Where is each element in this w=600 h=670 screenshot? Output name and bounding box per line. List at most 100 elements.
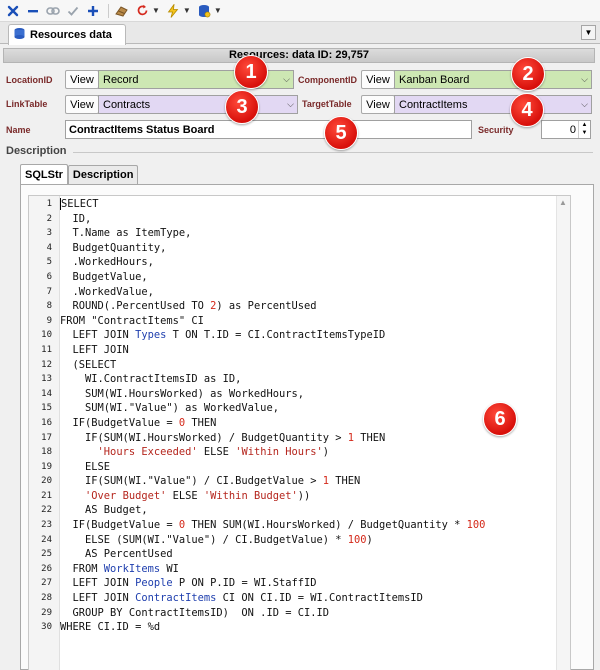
line-number: 2 xyxy=(46,213,52,224)
security-value: 0 xyxy=(569,123,576,136)
link-icon[interactable] xyxy=(44,2,62,20)
database-icon[interactable] xyxy=(195,2,213,20)
name-value: ContractItems Status Board xyxy=(69,123,215,136)
component-view-button[interactable]: View xyxy=(361,70,395,89)
code-line: 5 .WorkedHours, xyxy=(29,255,557,270)
line-number: 18 xyxy=(41,447,52,458)
code-line: 7 .WorkedValue, xyxy=(29,285,557,300)
line-number: 7 xyxy=(46,286,52,297)
line-number: 14 xyxy=(41,388,52,399)
code-text: .WorkedHours, xyxy=(60,256,154,269)
database-dropdown-icon[interactable]: ▼ xyxy=(214,6,222,15)
minus-icon[interactable] xyxy=(24,2,42,20)
target-table-value: ContractItems xyxy=(399,98,468,111)
code-text: 'Hours Exceeded' ELSE 'Within Hours') xyxy=(97,446,330,459)
code-text: LEFT JOIN Types T ON T.ID = CI.ContractI… xyxy=(60,329,386,342)
code-text: LEFT JOIN People P ON P.ID = WI.StaffID xyxy=(60,577,317,590)
callout-badge-1: 1 xyxy=(234,55,268,89)
callout-badge-5: 5 xyxy=(324,116,358,150)
component-id-label: ComponentID xyxy=(298,75,357,85)
code-text: ID, xyxy=(60,212,92,225)
code-text: ELSE (SUM(WI."Value") / CI.BudgetValue) … xyxy=(60,533,373,546)
link-table-label: LinkTable xyxy=(6,99,48,109)
line-number: 27 xyxy=(41,578,52,589)
lightning-dropdown-icon[interactable]: ▼ xyxy=(183,6,191,15)
location-id-label: LocationID xyxy=(6,75,53,85)
linktable-view-button[interactable]: View xyxy=(65,95,99,114)
lightning-icon[interactable] xyxy=(164,2,182,20)
code-line: 17 IF(SUM(WI.HoursWorked) / BudgetQuanti… xyxy=(29,431,557,446)
refresh-icon[interactable] xyxy=(133,2,151,20)
line-number: 1 xyxy=(46,199,52,209)
eraser-icon[interactable] xyxy=(113,2,131,20)
stepper-buttons[interactable]: ▲ ▼ xyxy=(578,121,590,138)
code-line: 10 LEFT JOIN Types T ON T.ID = CI.Contra… xyxy=(29,328,557,343)
document-tabstrip: Resources data ▼ xyxy=(0,22,600,45)
tab-sqlstr[interactable]: SQLStr xyxy=(20,164,68,184)
line-number: 30 xyxy=(41,622,52,633)
security-stepper[interactable]: 0 ▲ ▼ xyxy=(541,120,591,139)
link-table-select[interactable]: Contracts ⌵ xyxy=(98,95,298,114)
tab-list-dropdown-icon[interactable]: ▼ xyxy=(581,25,596,40)
main-toolbar: ▼ ▼ ▼ xyxy=(0,0,600,22)
line-number: 8 xyxy=(46,301,52,312)
line-number: 17 xyxy=(41,432,52,443)
line-number: 23 xyxy=(41,520,52,531)
name-input[interactable]: ContractItems Status Board xyxy=(65,120,472,139)
code-text: LEFT JOIN ContractItems CI ON CI.ID = WI… xyxy=(60,592,423,605)
code-text: .WorkedValue, xyxy=(60,285,154,298)
code-text: LEFT JOIN xyxy=(60,343,129,356)
callout-badge-4: 4 xyxy=(510,93,544,127)
refresh-dropdown-icon[interactable]: ▼ xyxy=(152,6,160,15)
vertical-scrollbar[interactable]: ▲ xyxy=(556,196,570,670)
line-number: 10 xyxy=(41,330,52,341)
line-number: 21 xyxy=(41,490,52,501)
line-number: 13 xyxy=(41,374,52,385)
plus-icon[interactable] xyxy=(84,2,102,20)
code-area[interactable]: 1 SELECT 2 ID, 3 T.Name as ItemType, 4 Budge… xyxy=(29,197,557,635)
code-line: 18 'Hours Exceeded' ELSE 'Within Hours') xyxy=(29,445,557,460)
code-line: 25 AS PercentUsed xyxy=(29,547,557,562)
section-divider xyxy=(73,152,593,153)
chevron-down-icon: ⌵ xyxy=(581,99,588,109)
stepper-up-icon[interactable]: ▲ xyxy=(579,121,590,129)
tab-title: Resources data xyxy=(30,29,112,41)
code-line: 15 SUM(WI."Value") as WorkedValue, xyxy=(29,401,557,416)
line-number: 24 xyxy=(41,534,52,545)
code-line: 26 FROM WorkItems WI xyxy=(29,562,557,577)
chevron-down-icon: ⌵ xyxy=(283,74,290,84)
scroll-up-icon[interactable]: ▲ xyxy=(559,198,567,207)
close-x-icon[interactable] xyxy=(4,2,22,20)
security-label: Security xyxy=(478,125,514,135)
database-icon xyxy=(13,27,26,43)
check-icon[interactable] xyxy=(64,2,82,20)
code-text: IF(SUM(WI."Value") / CI.BudgetValue > 1 … xyxy=(60,475,361,488)
location-id-value: Record xyxy=(103,73,139,86)
line-number: 25 xyxy=(41,549,52,560)
tab-description[interactable]: Description xyxy=(67,165,139,184)
code-line: 14 SUM(WI.HoursWorked) as WorkedHours, xyxy=(29,387,557,402)
code-line: 6 BudgetValue, xyxy=(29,270,557,285)
code-line: 27 LEFT JOIN People P ON P.ID = WI.Staff… xyxy=(29,576,557,591)
tab-resources-data[interactable]: Resources data xyxy=(8,24,126,45)
line-number: 16 xyxy=(41,417,52,428)
targettable-view-button[interactable]: View xyxy=(361,95,395,114)
line-number: 29 xyxy=(41,607,52,618)
name-label: Name xyxy=(6,125,31,135)
code-line: 3 T.Name as ItemType, xyxy=(29,226,557,241)
component-id-select[interactable]: Kanban Board ⌵ xyxy=(394,70,592,89)
code-text: BudgetQuantity, xyxy=(60,241,167,254)
code-line: 28 LEFT JOIN ContractItems CI ON CI.ID =… xyxy=(29,591,557,606)
target-table-select[interactable]: ContractItems ⌵ xyxy=(394,95,592,114)
line-number: 19 xyxy=(41,461,52,472)
line-number: 22 xyxy=(41,505,52,516)
code-line: 30 WHERE CI.ID = %d xyxy=(29,620,557,635)
code-text: SUM(WI.HoursWorked) as WorkedHours, xyxy=(60,387,304,400)
callout-badge-3: 3 xyxy=(225,90,259,124)
location-view-button[interactable]: View xyxy=(65,70,99,89)
chevron-down-icon: ⌵ xyxy=(581,74,588,84)
code-text: SUM(WI."Value") as WorkedValue, xyxy=(60,402,279,415)
code-line: 4 BudgetQuantity, xyxy=(29,241,557,256)
stepper-down-icon[interactable]: ▼ xyxy=(579,129,590,137)
code-line: 12 (SELECT xyxy=(29,358,557,373)
